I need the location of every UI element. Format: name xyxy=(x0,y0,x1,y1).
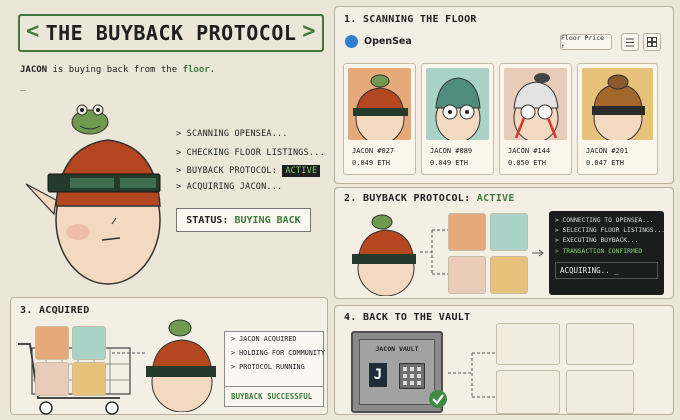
nft-card[interactable]: JACON #201 0.047 ETH xyxy=(577,63,658,175)
chevron-right-icon: > xyxy=(302,19,316,44)
log-line: > HOLDING FOR COMMUNITY xyxy=(231,349,326,357)
section-2-title: 2. BUYBACK PROTOCOL: ACTIVE xyxy=(344,193,515,204)
log-line: > PROTOCOL RUNNING xyxy=(231,363,305,371)
flow-connector-lines xyxy=(420,229,448,275)
step-acquiring: > ACQUIRING JACON... xyxy=(176,182,283,192)
acquired-character-illustration xyxy=(146,319,216,412)
nft-card[interactable]: JACON #027 0.049 ETH xyxy=(343,63,416,175)
subtitle-floor: floor. xyxy=(182,65,216,75)
status-box: STATUS: BUYING BACK xyxy=(176,208,311,232)
nft-price: 0.050 ETH xyxy=(508,159,546,167)
nft-price: 0.049 ETH xyxy=(430,159,468,167)
nft-image xyxy=(426,68,489,143)
nft-card[interactable]: JACON #144 0.050 ETH xyxy=(499,63,572,175)
nft-card[interactable]: JACON #089 0.049 ETH xyxy=(421,63,494,175)
subtitle-text: is buying back from the xyxy=(52,65,178,75)
section-1-title: 1. SCANNING THE FLOOR xyxy=(344,14,477,25)
vault-nft-thumb xyxy=(566,323,634,365)
acquired-nft-thumb xyxy=(72,326,106,360)
chevron-left-icon: < xyxy=(26,19,40,44)
selected-nft-thumb xyxy=(490,213,528,251)
buyback-character-illustration xyxy=(352,214,416,296)
hero-subtitle: JACON is buying back from the floor. xyxy=(20,65,215,75)
text-cursor: _ xyxy=(20,80,27,91)
protocol-active-badge: ACTIVE xyxy=(282,165,321,177)
subtitle-name: JACON xyxy=(20,65,48,75)
status-value: BUYING BACK xyxy=(234,214,301,226)
buyback-terminal: > CONNECTING TO OPENSEA... > SELECTING F… xyxy=(549,211,665,295)
section-2-status: ACTIVE xyxy=(476,193,515,204)
flow-connector-lines xyxy=(448,352,496,398)
sort-floor-price-button[interactable]: Floor Price ↑ xyxy=(560,34,612,50)
nft-price: 0.047 ETH xyxy=(586,159,624,167)
terminal-line: > CONNECTING TO OPENSEA... xyxy=(555,217,654,224)
arrow-right-icon xyxy=(532,249,544,257)
marketplace-name: OpenSea xyxy=(364,36,412,47)
vault-letter: J xyxy=(369,363,387,387)
vault-label: JACON VAULT xyxy=(375,345,419,353)
nft-image xyxy=(504,68,567,143)
hero-title-box: < THE BUYBACK PROTOCOL > xyxy=(18,14,324,52)
status-label: STATUS: xyxy=(186,214,229,226)
vault-nft-thumb xyxy=(566,370,634,414)
opensea-logo-icon xyxy=(345,35,358,48)
nft-name: JACON #089 xyxy=(430,147,473,155)
list-view-icon[interactable] xyxy=(621,33,639,51)
section-4-title: 4. BACK TO THE VAULT xyxy=(344,312,471,323)
nft-price: 0.049 ETH xyxy=(352,159,390,167)
step-scanning: > SCANNING OPENSEA... xyxy=(176,129,288,139)
checkmark-icon xyxy=(429,390,447,408)
terminal-acquiring: ACQUIRING.. _ xyxy=(555,261,658,279)
selected-nft-thumb xyxy=(448,213,486,251)
vault-nft-thumb xyxy=(496,323,560,365)
terminal-line: > EXECUTING BUYBACK... xyxy=(555,237,639,245)
vault-nft-thumb xyxy=(496,370,560,414)
nft-image xyxy=(582,68,653,143)
section-3-title: 3. ACQUIRED xyxy=(20,305,90,316)
grid-view-icon[interactable] xyxy=(643,33,661,51)
terminal-line: > SELECTING FLOOR LISTINGS... xyxy=(555,227,665,235)
section-2-label: 2. BUYBACK PROTOCOL: xyxy=(344,193,471,204)
selected-nft-thumb xyxy=(448,256,486,294)
nft-image xyxy=(348,68,411,145)
buyback-success-label: BUYBACK SUCCESSFUL xyxy=(225,386,323,406)
acquired-nft-thumb xyxy=(72,362,106,396)
step-protocol: > BUYBACK PROTOCOL: ACTIVE xyxy=(176,165,321,177)
nft-name: JACON #144 xyxy=(508,147,551,155)
acquired-nft-thumb xyxy=(35,362,69,396)
page-title: THE BUYBACK PROTOCOL xyxy=(45,21,297,45)
hero-character-illustration xyxy=(25,104,161,285)
log-line: > JACON ACQUIRED xyxy=(231,335,297,343)
terminal-line: > TRANSACTION CONFIRMED xyxy=(555,247,643,255)
nft-name: JACON #201 xyxy=(586,147,629,155)
selected-nft-thumb xyxy=(490,256,528,294)
acquired-log: > JACON ACQUIRED > HOLDING FOR COMMUNITY… xyxy=(224,331,326,407)
acquired-nft-thumb xyxy=(35,326,69,360)
nft-name: JACON #027 xyxy=(352,147,395,155)
step-protocol-label: > BUYBACK PROTOCOL: xyxy=(176,166,278,176)
step-checking: > CHECKING FLOOR LISTINGS... xyxy=(176,148,325,158)
keypad-icon xyxy=(399,363,425,389)
